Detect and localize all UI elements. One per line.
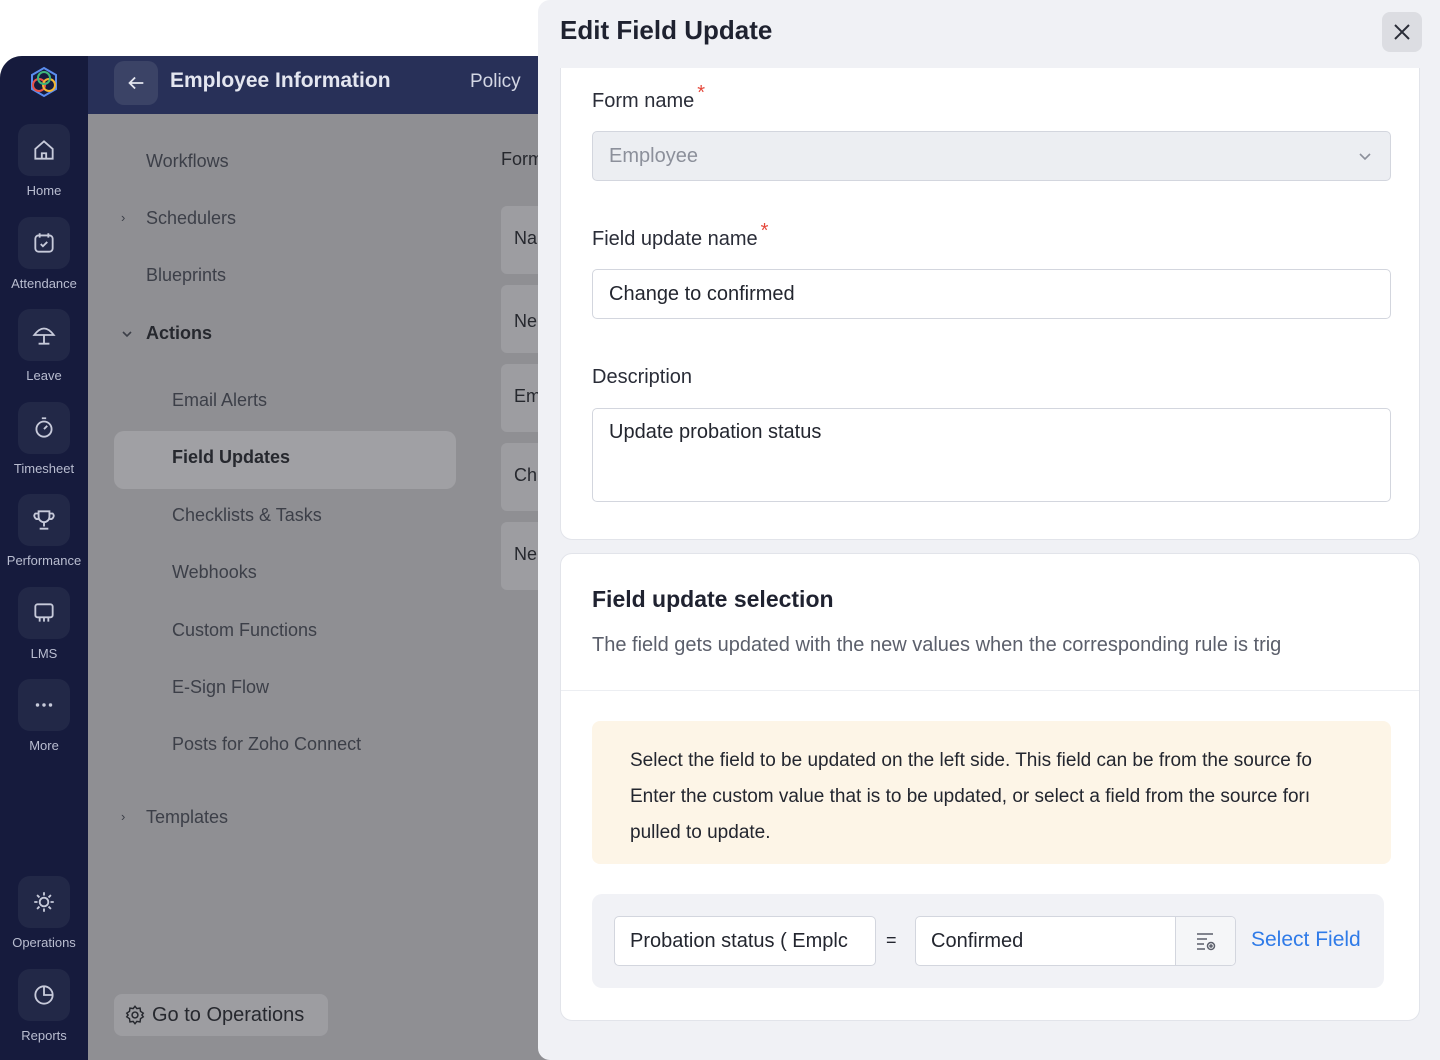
- rail-label: Operations: [12, 935, 76, 950]
- sidebar-item-workflows[interactable]: Workflows: [146, 151, 229, 172]
- rail-item-performance[interactable]: Performance: [0, 494, 88, 568]
- rail-label: LMS: [30, 646, 58, 661]
- field-update-name-label: Field update name *: [592, 220, 769, 250]
- rail-item-attendance[interactable]: Attendance: [0, 217, 88, 291]
- back-button[interactable]: [114, 61, 158, 105]
- rail-label: Performance: [6, 553, 82, 568]
- chevron-down-icon: [1359, 153, 1371, 161]
- rail-item-timesheet[interactable]: Timesheet: [0, 402, 88, 476]
- value-input[interactable]: Confirmed: [915, 916, 1236, 966]
- list-settings-icon: [1196, 933, 1215, 951]
- more-icon: [35, 703, 53, 707]
- rail-item-lms[interactable]: LMS: [0, 587, 88, 661]
- field-update-selection-card: Field update selection The field gets up…: [560, 553, 1420, 1021]
- list-header: Form: [501, 149, 543, 169]
- info-bullet: Select the field to be updated on the le…: [630, 743, 1338, 779]
- sidebar-item-blueprints[interactable]: Blueprints: [146, 265, 226, 286]
- form-name-select[interactable]: Employee: [592, 131, 1391, 181]
- section-title: Field update selection: [592, 586, 834, 612]
- sidebar-item-webhooks[interactable]: Webhooks: [172, 562, 257, 583]
- tab-policy[interactable]: Policy: [470, 71, 521, 93]
- divider: [561, 690, 1419, 691]
- sidebar-item-esign-flow[interactable]: E-Sign Flow: [172, 677, 269, 698]
- rail-label: Home: [26, 183, 62, 198]
- app-logo-icon: [31, 66, 57, 98]
- pie-chart-icon: [34, 985, 54, 1005]
- field-picker-button[interactable]: [1175, 917, 1235, 965]
- go-to-operations-button[interactable]: Go to Operations: [114, 994, 328, 1036]
- info-bullet: Enter the custom value that is to be upd…: [630, 779, 1338, 851]
- sidebar-item-posts-zoho-connect[interactable]: Posts for Zoho Connect: [172, 734, 361, 755]
- rail-item-more[interactable]: More: [0, 679, 88, 753]
- description-label: Description: [592, 366, 693, 388]
- page-title: Employee Information: [170, 69, 391, 92]
- details-card: Form name * Employee Field update name * C…: [560, 68, 1420, 540]
- equals-operator: =: [886, 930, 897, 950]
- drawer-title: Edit Field Update: [560, 15, 773, 45]
- close-button[interactable]: [1382, 12, 1422, 52]
- field-update-name-value: Change to confirmed: [609, 282, 795, 305]
- app-rail: Home Attendance Leave Timesheet Performa…: [0, 56, 88, 1060]
- sidebar-item-checklists[interactable]: Checklists & Tasks: [172, 505, 322, 526]
- field-update-name-input[interactable]: Change to confirmed: [592, 269, 1391, 319]
- rail-label: Attendance: [11, 276, 77, 291]
- sidebar-item-templates[interactable]: Templates: [146, 807, 228, 828]
- board-icon: [34, 603, 54, 622]
- target-field-select[interactable]: Probation status ( Emplc: [614, 916, 876, 966]
- home-icon: [34, 140, 54, 160]
- description-textarea[interactable]: Update probation status: [592, 408, 1391, 502]
- stopwatch-icon: [35, 417, 53, 438]
- calendar-check-icon: [34, 233, 54, 253]
- required-mark: *: [760, 220, 769, 242]
- edit-field-update-drawer: Edit Field Update Form name * Employee Fi…: [538, 0, 1440, 1060]
- rail-item-operations[interactable]: Operations: [0, 876, 88, 950]
- value-text: Confirmed: [931, 929, 1024, 952]
- chevron-down-icon[interactable]: [121, 328, 133, 340]
- form-name-label: Form name *: [592, 82, 706, 112]
- rail-item-leave[interactable]: Leave: [0, 309, 88, 383]
- form-name-value: Employee: [609, 144, 698, 167]
- umbrella-icon: [32, 327, 56, 345]
- close-icon: [1394, 24, 1410, 40]
- arrow-left-icon: [128, 76, 144, 90]
- operations-icon: [34, 892, 54, 912]
- sidebar-item-field-updates[interactable]: Field Updates: [172, 447, 290, 468]
- chevron-right-icon[interactable]: ›: [121, 809, 125, 824]
- section-description: The field gets updated with the new valu…: [592, 634, 1282, 656]
- sidebar-item-schedulers[interactable]: Schedulers: [146, 208, 236, 229]
- settings-sidebar: Workflows › Schedulers Blueprints Action…: [88, 114, 488, 1060]
- rail-label: Timesheet: [13, 461, 75, 476]
- field-mapping-row: Probation status ( Emplc = Confirmed Sel…: [592, 894, 1384, 988]
- sidebar-item-actions[interactable]: Actions: [146, 323, 212, 344]
- description-value: Update probation status: [609, 421, 822, 443]
- chevron-right-icon[interactable]: ›: [121, 210, 125, 225]
- trophy-icon: [33, 510, 55, 530]
- gear-icon: [125, 1005, 145, 1025]
- target-field-value: Probation status ( Emplc: [630, 929, 848, 952]
- sidebar-item-custom-functions[interactable]: Custom Functions: [172, 620, 317, 641]
- rail-label: Reports: [21, 1028, 67, 1043]
- select-field-link[interactable]: Select Field: [1251, 928, 1361, 952]
- rail-label: More: [29, 738, 59, 753]
- info-box: Select the field to be updated on the le…: [592, 721, 1391, 864]
- rail-item-home[interactable]: Home: [0, 124, 88, 198]
- rail-label: Leave: [26, 368, 62, 383]
- screen: Home Attendance Leave Timesheet Performa…: [0, 0, 1440, 1060]
- rail-item-reports[interactable]: Reports: [0, 969, 88, 1043]
- sidebar-item-email-alerts[interactable]: Email Alerts: [172, 390, 267, 411]
- required-mark: *: [697, 82, 706, 104]
- go-to-operations-label: Go to Operations: [152, 1003, 305, 1026]
